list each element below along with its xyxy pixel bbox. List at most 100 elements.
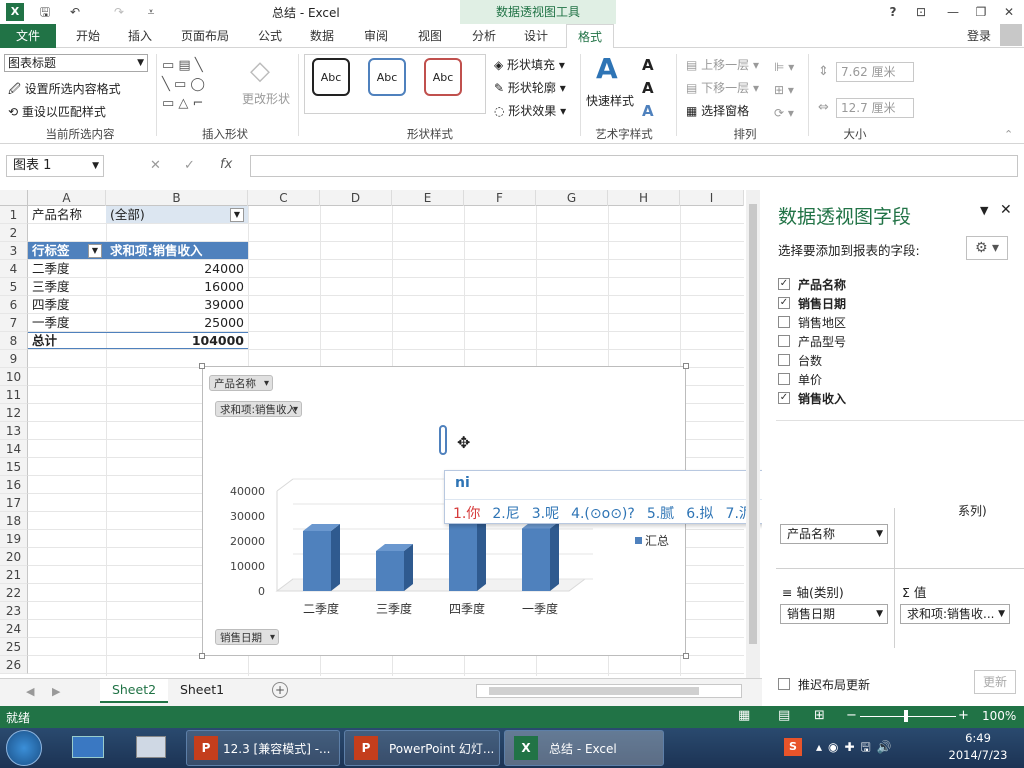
legend-field-dropdown[interactable]: 产品名称 — [780, 524, 888, 544]
column-header[interactable]: I — [680, 190, 744, 206]
resize-handle[interactable] — [683, 363, 689, 369]
row-header[interactable]: 19 — [0, 530, 28, 548]
minimize-icon[interactable]: — — [944, 3, 962, 21]
send-backward-button[interactable]: ▤ 下移一层 ▾ — [686, 79, 759, 96]
select-all-corner[interactable] — [0, 190, 28, 206]
tab-analyze[interactable]: 分析 — [462, 24, 506, 48]
page-layout-view-icon[interactable]: ▤ — [778, 708, 790, 723]
reset-style-button[interactable]: ⟲ 重设以匹配样式 — [8, 103, 106, 120]
shape-outline-button[interactable]: ✎ 形状轮廓 ▾ — [494, 79, 566, 96]
column-header[interactable]: C — [248, 190, 320, 206]
h-scroll-thumb[interactable] — [489, 687, 699, 695]
field-checkbox[interactable] — [778, 373, 790, 385]
collapse-ribbon-icon[interactable]: ⌃ — [1004, 128, 1013, 141]
shape-style-red[interactable]: Abc — [424, 58, 462, 96]
excel-logo-icon[interactable]: X — [6, 3, 24, 21]
row-header[interactable]: 10 — [0, 368, 28, 386]
shapes-gallery[interactable]: ▭ ▤ ╲ ╲ ▭ ◯ ▭ △ ⌐ — [162, 56, 234, 112]
ime-candidate[interactable]: 5.腻 — [647, 506, 674, 522]
shape-style-dark[interactable]: Abc — [312, 58, 350, 96]
axis-field-dropdown[interactable]: 销售日期 — [780, 604, 888, 624]
sheet-tab-sheet2[interactable]: Sheet2 — [100, 679, 168, 703]
quick-styles-button[interactable]: 快速样式 — [586, 92, 634, 109]
tab-design[interactable]: 设计 — [514, 24, 558, 48]
shape-height-input[interactable]: 7.62 厘米 — [836, 62, 914, 82]
add-sheet-icon[interactable]: + — [272, 682, 288, 698]
chart-elements-select[interactable]: 图表标题 ▼ — [4, 54, 148, 72]
row-header[interactable]: 8 — [0, 332, 28, 350]
column-header[interactable]: A — [28, 190, 106, 206]
field-checkbox[interactable]: ✓ — [778, 392, 790, 404]
cancel-icon[interactable]: ✕ — [150, 158, 161, 173]
zoom-out-icon[interactable]: − — [846, 708, 857, 723]
row-header[interactable]: 14 — [0, 440, 28, 458]
row-header[interactable]: 12 — [0, 404, 28, 422]
ime-candidate[interactable]: 4.(⊙o⊙)? — [571, 506, 635, 522]
field-checkbox[interactable]: ✓ — [778, 297, 790, 309]
scroll-sheets-right-icon[interactable]: ▶ — [52, 685, 60, 698]
row-header[interactable]: 25 — [0, 638, 28, 656]
row-header[interactable]: 23 — [0, 602, 28, 620]
row-header[interactable]: 7 — [0, 314, 28, 332]
ribbon-display-icon[interactable]: ⊡ — [912, 3, 930, 21]
name-box[interactable]: 图表 1 ▼ — [6, 155, 104, 177]
login-link[interactable]: 登录 — [962, 24, 996, 48]
row-header[interactable]: 26 — [0, 656, 28, 674]
row-header[interactable]: 21 — [0, 566, 28, 584]
row-header[interactable]: 15 — [0, 458, 28, 476]
format-selection-button[interactable]: 🖉 设置所选内容格式 — [8, 80, 121, 101]
pane-options-icon[interactable]: ▼ — [980, 204, 988, 217]
wordart-icon[interactable]: A — [596, 52, 618, 85]
ime-tray-icon[interactable]: S — [784, 738, 802, 756]
tray-icons[interactable]: ▴◉✚🖫🔊 — [816, 738, 898, 759]
restore-icon[interactable]: ❐ — [972, 3, 990, 21]
row-header[interactable]: 3 — [0, 242, 28, 260]
row-header[interactable]: 16 — [0, 476, 28, 494]
row-header[interactable]: 1 — [0, 206, 28, 224]
help-icon[interactable]: ? — [884, 3, 902, 21]
row-header[interactable]: 9 — [0, 350, 28, 368]
vertical-scrollbar[interactable] — [746, 190, 760, 678]
shape-effects-button[interactable]: ◌ 形状效果 ▾ — [494, 102, 566, 119]
row-header[interactable]: 4 — [0, 260, 28, 278]
column-header[interactable]: H — [608, 190, 680, 206]
defer-update-checkbox[interactable] — [778, 678, 790, 690]
row-filter-dropdown-icon[interactable]: ▼ — [88, 244, 102, 258]
bring-forward-button[interactable]: ▤ 上移一层 ▾ — [686, 56, 759, 73]
column-header[interactable]: E — [392, 190, 464, 206]
show-desktop-icon[interactable] — [72, 736, 104, 758]
row-header[interactable]: 2 — [0, 224, 28, 242]
align-icons[interactable]: ⊫ ▾ ⊞ ▾ ⟳ ▾ — [774, 56, 794, 125]
column-header[interactable]: F — [464, 190, 536, 206]
shape-style-blue[interactable]: Abc — [368, 58, 406, 96]
shape-fill-button[interactable]: ◈ 形状填充 ▾ — [494, 56, 565, 73]
row-header[interactable]: 6 — [0, 296, 28, 314]
resize-handle[interactable] — [683, 653, 689, 659]
tab-page-layout[interactable]: 页面布局 — [170, 24, 240, 48]
values-field-dropdown[interactable]: 求和项:销售收... — [900, 604, 1010, 624]
close-icon[interactable]: ✕ — [1000, 3, 1018, 21]
tab-file[interactable]: 文件 — [0, 24, 56, 48]
resize-handle[interactable] — [199, 653, 205, 659]
page-break-view-icon[interactable]: ⊞ — [814, 708, 825, 723]
text-fill-icons[interactable]: AAA — [642, 54, 654, 123]
filter-dropdown-icon[interactable]: ▼ — [230, 208, 244, 222]
row-header[interactable]: 13 — [0, 422, 28, 440]
column-header[interactable]: D — [320, 190, 392, 206]
pane-tools-icon[interactable]: ⚙ ▾ — [966, 236, 1008, 260]
edit-shape-icon[interactable]: ◇ — [250, 56, 270, 86]
app-icon[interactable] — [136, 736, 166, 758]
tab-view[interactable]: 视图 — [408, 24, 452, 48]
change-shape-button[interactable]: 更改形状 — [242, 90, 290, 107]
enter-icon[interactable]: ✓ — [184, 158, 195, 173]
zoom-in-icon[interactable]: + — [958, 708, 969, 723]
normal-view-icon[interactable]: ▦ — [738, 708, 750, 723]
ime-candidate[interactable]: 6.拟 — [686, 506, 713, 522]
selection-pane-button[interactable]: ▦ 选择窗格 — [686, 102, 749, 119]
insert-function-icon[interactable]: fx — [220, 157, 232, 172]
row-header[interactable]: 11 — [0, 386, 28, 404]
tab-formulas[interactable]: 公式 — [248, 24, 292, 48]
save-icon[interactable]: 🖫 — [36, 3, 54, 21]
field-checkbox[interactable]: ✓ — [778, 278, 790, 290]
row-header[interactable]: 20 — [0, 548, 28, 566]
